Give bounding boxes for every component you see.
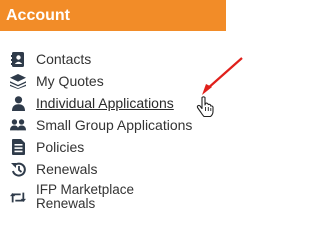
annotation-arrow-icon — [202, 57, 243, 95]
hand-cursor-icon — [196, 96, 214, 118]
